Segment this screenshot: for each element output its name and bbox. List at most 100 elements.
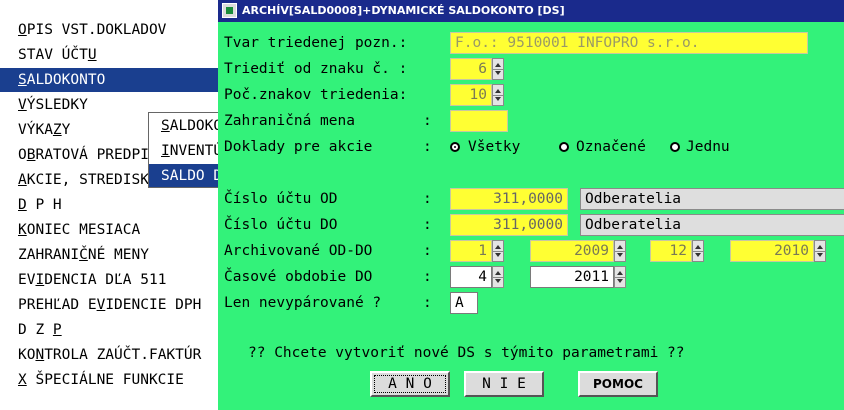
pomoc-button[interactable]: POMOC [578, 371, 658, 397]
arch-year-from-spinner[interactable] [614, 240, 626, 262]
menu-item-0[interactable]: OPIS VST.DOKLADOV [0, 18, 218, 42]
colon-arch: : [423, 243, 432, 259]
menu-text: NVENTÚRA [169, 143, 219, 159]
menu-item-1[interactable]: STAV ÚČTU [0, 43, 218, 67]
menu-item-14[interactable]: X ŠPECIÁLNE FUNKCIE [0, 368, 218, 392]
menu-text: P H [26, 197, 62, 213]
menu-hotkey: I [35, 272, 45, 288]
arrow-up-icon[interactable] [617, 271, 623, 275]
menu-item-11[interactable]: PREHĽAD EVIDENCIE DPH [0, 293, 218, 317]
menu-hotkey: P [52, 322, 62, 338]
cas-year-spinner[interactable] [614, 266, 626, 288]
arrow-down-icon[interactable] [695, 253, 701, 257]
cas-month-spinner[interactable] [492, 266, 504, 288]
arch-month-to-spinner[interactable] [692, 240, 704, 262]
arrow-down-icon[interactable] [495, 253, 501, 257]
od-account-field[interactable]: 311,0000 [450, 188, 568, 210]
radio-vsetky[interactable] [450, 142, 460, 152]
arrow-up-icon[interactable] [495, 89, 501, 93]
colon-od: : [423, 191, 432, 207]
arch-year-to[interactable]: 2010 [730, 240, 814, 262]
arrow-down-icon[interactable] [495, 279, 501, 283]
nie-button[interactable]: N I E [464, 371, 544, 397]
menu-hotkey: A [18, 172, 27, 188]
menu-item-7[interactable]: D P H [0, 193, 218, 217]
label-len: Len nevypárované ? [224, 295, 382, 311]
radio-oznacene[interactable] [559, 142, 569, 152]
menu-text: O [18, 147, 27, 163]
arrow-up-icon[interactable] [495, 245, 501, 249]
menu-hotkey: O [18, 22, 27, 38]
arrow-up-icon[interactable] [695, 245, 701, 249]
arch-year-to-spinner[interactable] [814, 240, 826, 262]
ano-button[interactable]: A N O [370, 371, 450, 397]
menu-item-8[interactable]: KONIEC MESIACA [0, 218, 218, 242]
menu-hotkey: V [18, 97, 27, 113]
radio-jednu[interactable] [670, 142, 680, 152]
arch-month-to[interactable]: 12 [650, 240, 692, 262]
label-tvar: Tvar triedenej pozn.: [224, 35, 408, 51]
arrow-down-icon[interactable] [617, 279, 623, 283]
menu-hotkey: K [18, 222, 27, 238]
triedit-field[interactable]: 6 [450, 58, 492, 80]
arrow-up-icon[interactable] [617, 245, 623, 249]
arrow-up-icon[interactable] [495, 271, 501, 275]
label-triedit: Triediť od znaku č. : [224, 61, 408, 77]
menu-text: PIS VST.DOKLADOV [26, 22, 167, 38]
submenu-item-2[interactable]: SALDO DS [149, 164, 219, 187]
menu-text: DENCIA DĽA 511 [44, 272, 167, 288]
do-account-name: Odberatelia [580, 214, 844, 236]
menu-text: KCIE, STREDISKÁ [26, 172, 158, 188]
submenu-item-1[interactable]: INVENTÚRA [149, 139, 219, 163]
colon-cas: : [423, 269, 432, 285]
label-mena: Zahraničná mena [224, 113, 355, 129]
menu-item-12[interactable]: D Z P [0, 318, 218, 342]
poc-spinner[interactable] [492, 84, 504, 106]
menu-hotkey: X [18, 372, 27, 388]
menu-hotkey: I [161, 143, 170, 159]
triedit-spinner[interactable] [492, 58, 504, 80]
menu-text: RATOVÁ PREDPISY [35, 147, 167, 163]
poc-field[interactable]: 10 [450, 84, 492, 106]
do-account-field[interactable]: 311,0000 [450, 214, 568, 236]
menu-hotkey: V [96, 297, 106, 313]
od-account-name: Odberatelia [580, 188, 844, 210]
menu-hotkey: S [18, 72, 27, 88]
label-od: Číslo účtu OD [224, 191, 338, 207]
colon-doklady: : [423, 139, 432, 155]
arrow-up-icon[interactable] [817, 245, 823, 249]
arrow-down-icon[interactable] [817, 253, 823, 257]
label-cas: Časové obdobie DO [224, 269, 373, 285]
arrow-down-icon[interactable] [495, 71, 501, 75]
menu-item-2[interactable]: SALDOKONTO [0, 68, 218, 92]
colon-mena: : [423, 113, 432, 129]
tvar-field[interactable]: F.o.: 9510001 INFOPRO s.r.o. [450, 32, 808, 54]
cas-year[interactable]: 2011 [530, 266, 614, 288]
menu-text: D Z [18, 322, 53, 338]
arrow-down-icon[interactable] [617, 253, 623, 257]
title-bar: ARCHÍV[SALD0008]+DYNAMICKÉ SALDOKONTO [D… [218, 0, 844, 22]
menu-text: KO [18, 347, 36, 363]
cas-month[interactable]: 4 [450, 266, 492, 288]
menu-hotkey: S [161, 118, 170, 134]
arch-year-from[interactable]: 2009 [530, 240, 614, 262]
mena-field[interactable] [450, 110, 508, 132]
saldokonto-submenu: SALDOKONTOINVENTÚRASALDO DS [148, 112, 220, 188]
arch-month-from-spinner[interactable] [492, 240, 504, 262]
radio-jednu-label: Jednu [686, 139, 730, 155]
menu-item-9[interactable]: ZAHRANIČNÉ MENY [0, 243, 218, 267]
menu-item-10[interactable]: EVIDENCIA DĽA 511 [0, 268, 218, 292]
menu-item-13[interactable]: KONTROLA ZAÚČT.FAKTÚR [0, 343, 218, 367]
menu-text: ŠPECIÁLNE FUNKCIE [26, 372, 184, 388]
arrow-down-icon[interactable] [495, 97, 501, 101]
menu-text: NÉ MENY [87, 247, 149, 263]
label-arch: Archivované OD-DO [224, 243, 373, 259]
submenu-item-0[interactable]: SALDOKONTO [149, 114, 219, 138]
menu-text: IDENCIE DPH [105, 297, 202, 313]
window-title: ARCHÍV[SALD0008]+DYNAMICKÉ SALDOKONTO [D… [242, 4, 565, 17]
arrow-up-icon[interactable] [495, 63, 501, 67]
arch-month-from[interactable]: 1 [450, 240, 492, 262]
len-field[interactable]: A [450, 292, 478, 314]
menu-text: EV [18, 272, 36, 288]
menu-text: ALDOKONTO [169, 118, 219, 134]
